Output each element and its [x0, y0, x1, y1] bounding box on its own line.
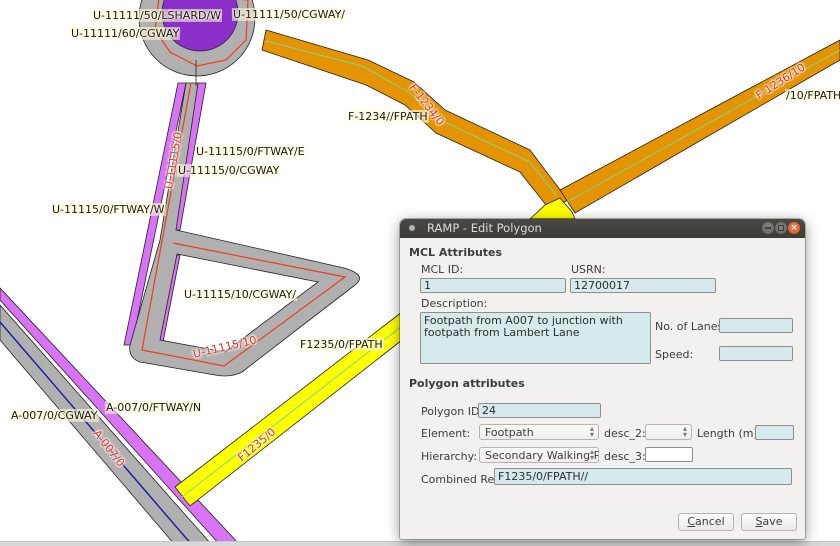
map-label-f1236-fpath: /10/FPATH [785, 89, 840, 102]
map-label-u11115-10-cgway: U-11115/10/CGWAY/ [183, 288, 297, 301]
polygon-attributes-heading: Polygon attributes [409, 377, 525, 390]
select-arrows-icon: ▴ ▾ [589, 424, 594, 439]
minimize-icon[interactable] [762, 222, 774, 234]
usrn-field[interactable]: 12700017 [570, 278, 716, 293]
maximize-icon[interactable] [775, 222, 787, 234]
element-label: Element: [421, 427, 471, 440]
map-label-f1234-fpath: F-1234//FPATH [347, 110, 429, 123]
desc3-label: desc_3: [604, 450, 646, 463]
save-button[interactable]: Save [741, 513, 797, 531]
select-arrows-icon: ▴ ▾ [682, 424, 687, 439]
map-label-u11111-50-lshard-w: U-11111/50/LSHARD/W [92, 9, 223, 22]
map-label-u11115-0-ftway-e: U-11115/0/FTWAY/E [195, 145, 306, 158]
save-label: ave [762, 515, 783, 528]
cancel-mnemonic: C [687, 515, 696, 528]
cancel-label: ancel [695, 515, 725, 528]
map-label-u11111-60-cgway: U-11111/60/CGWAY [70, 27, 181, 40]
mcl-id-label: MCL ID: [421, 263, 464, 276]
window-menu-icon[interactable] [409, 225, 415, 231]
description-textarea[interactable]: Footpath from A007 to junction with foot… [420, 312, 651, 364]
select-arrows-icon: ▴ ▾ [589, 447, 594, 462]
map-label-f1235-0-fpath: F1235/0/FPATH [299, 338, 384, 351]
mcl-id-field[interactable]: 1 [420, 278, 566, 293]
a007-carriageway-polygon[interactable] [0, 304, 213, 545]
desc2-label: desc_2: [604, 427, 646, 440]
speed-label: Speed: [655, 348, 694, 361]
desc2-select[interactable]: ▴ ▾ [645, 424, 692, 440]
hierarchy-select-value: Secondary Walking Ro [485, 449, 599, 462]
hierarchy-label: Hierarchy: [421, 450, 478, 463]
cancel-button[interactable]: Cancel [678, 513, 734, 531]
element-select-value: Footpath [485, 426, 534, 439]
length-label: Length (m): [697, 427, 762, 440]
length-field[interactable] [755, 425, 794, 440]
map-label-u11111-50-cgway: U-11111/50/CGWAY/ [232, 8, 346, 21]
usrn-label: USRN: [571, 263, 606, 276]
combined-ref-label: Combined Ref: [421, 473, 502, 486]
speed-field[interactable] [719, 346, 793, 361]
close-icon[interactable]: × [788, 222, 800, 234]
description-label: Description: [421, 297, 488, 310]
dialog-titlebar[interactable]: RAMP - Edit Polygon × [400, 219, 805, 238]
edit-polygon-dialog: RAMP - Edit Polygon × MCL Attributes MCL… [400, 219, 805, 539]
element-select[interactable]: Footpath ▴ ▾ [479, 424, 599, 440]
mcl-attributes-heading: MCL Attributes [409, 246, 503, 259]
combined-ref-field[interactable]: F1235/0/FPATH// [494, 468, 792, 485]
hierarchy-select[interactable]: Secondary Walking Ro ▴ ▾ [479, 447, 599, 463]
lanes-label: No. of Lanes: [655, 320, 727, 333]
map-label-a007-0-ftway-n: A-007/0/FTWAY/N [105, 401, 203, 414]
polygon-id-field[interactable]: 24 [478, 403, 601, 418]
bottom-border [0, 541, 840, 546]
map-label-u11115-0-cgway: U-11115/0/CGWAY [177, 164, 281, 177]
lanes-field[interactable] [719, 318, 793, 333]
polygon-id-label: Polygon ID: [421, 405, 484, 418]
road-u11115[interactable] [123, 82, 360, 377]
map-label-u11115-0-ftway-w: U-11115/0/FTWAY/W [51, 203, 166, 216]
desc3-field[interactable] [645, 447, 693, 462]
dialog-title: RAMP - Edit Polygon [427, 221, 542, 235]
map-label-a007-0-cgway: A-007/0/CGWAY [10, 409, 99, 422]
